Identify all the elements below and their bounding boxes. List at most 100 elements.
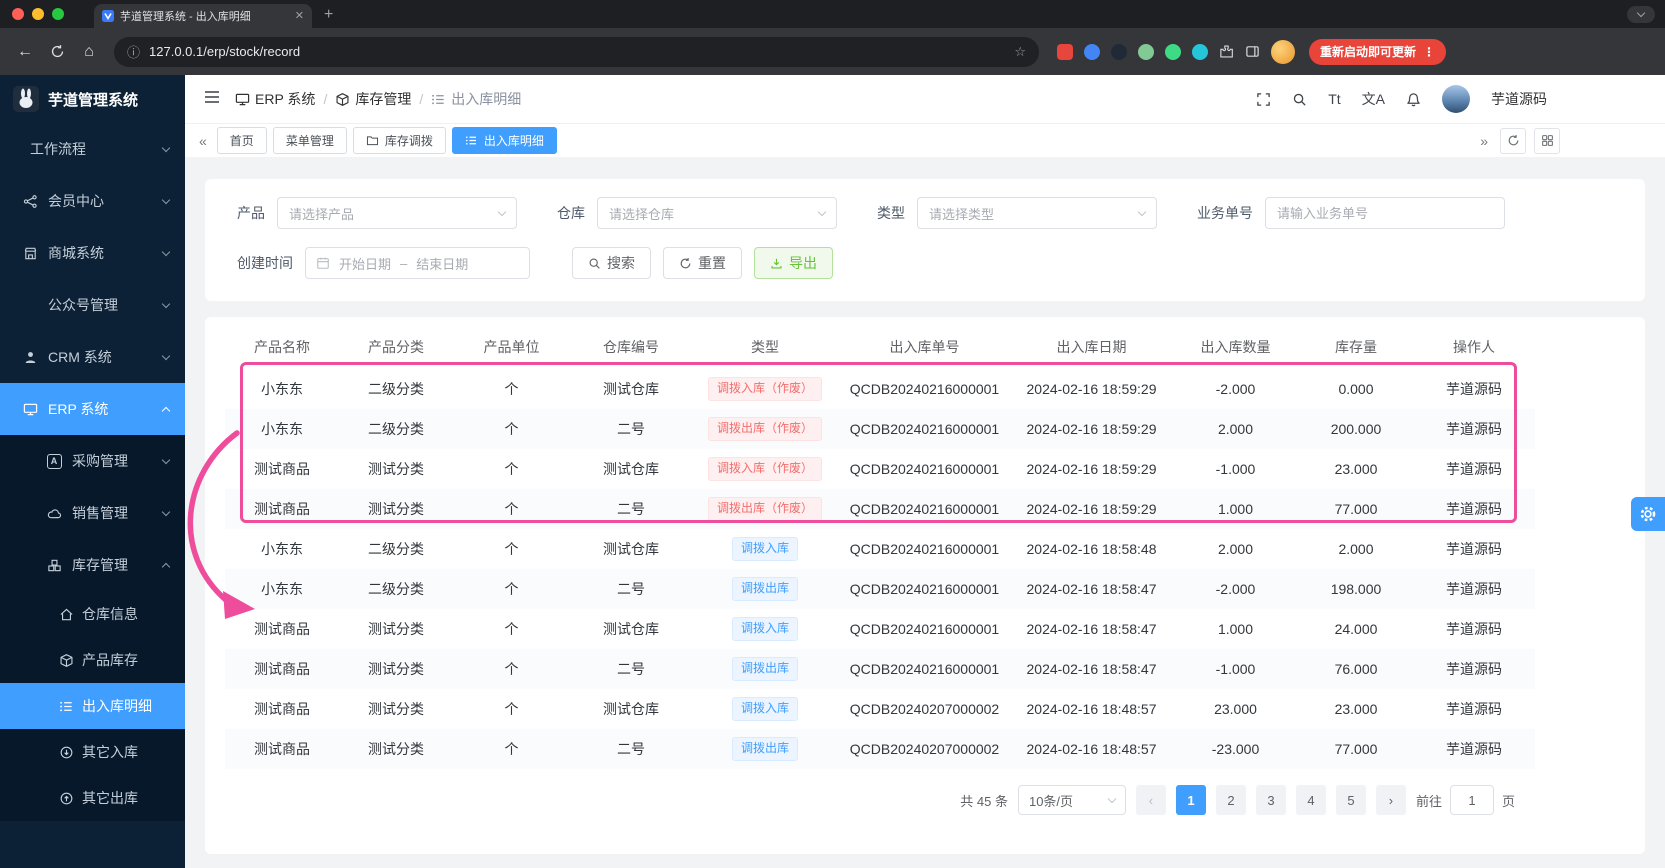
extension-icon-blue-pin[interactable] — [1084, 43, 1100, 60]
search-icon[interactable] — [1292, 92, 1307, 107]
prev-page-button[interactable]: ‹ — [1135, 785, 1166, 815]
browser-tab[interactable]: 芋道管理系统 - 出入库明细 ✕ — [94, 4, 312, 28]
warehouse-select[interactable]: 请选择仓库 — [597, 197, 837, 229]
sidebar-item-other-stock-out[interactable]: 其它出库 — [0, 775, 185, 821]
search-button[interactable]: 搜索 — [572, 247, 651, 279]
page-button-1[interactable]: 1 — [1175, 785, 1206, 815]
sidebar-item-sales-management[interactable]: 销售管理 — [0, 487, 185, 539]
hamburger-menu-icon[interactable] — [203, 88, 221, 111]
font-size-icon[interactable]: Tt — [1328, 91, 1340, 107]
cell-product-name: 测试商品 — [254, 741, 310, 757]
box-icon — [58, 653, 74, 668]
tags-scroll-right-icon[interactable]: » — [1476, 133, 1492, 149]
cell-quantity: -2.000 — [1215, 381, 1256, 397]
cell-product-category: 二级分类 — [368, 381, 424, 397]
cell-warehouse: 二号 — [617, 581, 645, 597]
address-bar[interactable]: ⓘ 127.0.0.1/erp/stock/record ☆ — [114, 36, 1039, 67]
created-time-label: 创建时间 — [237, 255, 293, 271]
next-page-button[interactable]: › — [1375, 785, 1406, 815]
tags-scroll-left-icon[interactable]: « — [195, 133, 211, 149]
cell-type: 调拨出库 — [692, 569, 838, 609]
cell-date: 2024-02-16 18:59:29 — [1026, 501, 1157, 517]
back-button[interactable]: ← — [10, 37, 40, 67]
product-select[interactable]: 请选择产品 — [277, 197, 517, 229]
kebab-menu-icon[interactable]: ⋮ — [1423, 45, 1435, 59]
tab-close-icon[interactable]: ✕ — [295, 10, 304, 22]
sidebar-item-mall-system[interactable]: 商城系统 — [0, 227, 185, 279]
date-range-picker[interactable]: 开始日期 – 结束日期 — [305, 247, 530, 279]
cell-date: 2024-02-16 18:59:29 — [1026, 381, 1157, 397]
username[interactable]: 芋道源码 — [1491, 89, 1547, 109]
breadcrumb: ERP 系统 / 库存管理 / 出入库明细 — [235, 89, 521, 109]
site-info-icon[interactable]: ⓘ — [127, 42, 140, 61]
refresh-button[interactable] — [1500, 127, 1526, 154]
cell-type: 调拨出库（作废） — [692, 409, 838, 449]
page-size-select[interactable]: 10条/页 — [1017, 785, 1126, 815]
new-tab-button[interactable]: + — [324, 6, 333, 24]
window-controls — [12, 8, 64, 20]
sidebar-item-other-stock-in[interactable]: 其它入库 — [0, 729, 185, 775]
breadcrumb-inventory[interactable]: 库存管理 — [335, 89, 411, 109]
page-button-2[interactable]: 2 — [1215, 785, 1246, 815]
bookmark-star-icon[interactable]: ☆ — [1014, 44, 1026, 60]
export-button[interactable]: 导出 — [754, 247, 833, 279]
window-minimize-button[interactable] — [32, 8, 44, 20]
reload-button[interactable] — [42, 37, 72, 67]
tag-home[interactable]: 首页 — [216, 127, 267, 154]
cell-operator: 芋道源码 — [1446, 621, 1502, 637]
breadcrumb-erp[interactable]: ERP 系统 — [235, 89, 315, 109]
page-button-3[interactable]: 3 — [1255, 785, 1286, 815]
extension-icon-red[interactable] — [1057, 43, 1073, 60]
chevron-down-icon — [161, 195, 171, 204]
cell-product-category: 二级分类 — [368, 421, 424, 437]
type-select[interactable]: 请选择类型 — [917, 197, 1157, 229]
sidebar-item-warehouse-info[interactable]: 仓库信息 — [0, 591, 185, 637]
browser-update-button[interactable]: 重新启动即可更新 ⋮ — [1309, 38, 1447, 65]
page-button-4[interactable]: 4 — [1295, 785, 1326, 815]
share-nodes-icon — [22, 194, 38, 209]
sidebar-item-workflow[interactable]: 工作流程 — [0, 123, 185, 175]
extension-icon-green[interactable] — [1165, 43, 1181, 60]
cell-stock: 76.000 — [1334, 661, 1378, 677]
stock-record-table: 产品名称 产品分类 产品单位 仓库编号 类型 出入库单号 出入库日期 出入库数量… — [225, 325, 1535, 769]
sidebar-item-inventory-management[interactable]: 库存管理 — [0, 539, 185, 591]
user-avatar[interactable] — [1442, 85, 1470, 113]
sidebar-item-official-account[interactable]: 公众号管理 — [0, 279, 185, 331]
window-zoom-button[interactable] — [52, 8, 64, 20]
tag-stock-move[interactable]: 库存调拨 — [352, 127, 446, 154]
layout-grid-icon[interactable] — [1534, 127, 1560, 154]
browser-profile-avatar[interactable] — [1271, 39, 1295, 64]
side-panel-icon[interactable] — [1245, 44, 1260, 59]
sidebar-item-product-stock[interactable]: 产品库存 — [0, 637, 185, 683]
tag-menu-management[interactable]: 菜单管理 — [272, 127, 347, 154]
cell-stock: 0.000 — [1338, 381, 1374, 397]
cell-type: 调拨入库（作废） — [692, 449, 838, 489]
sidebar-item-member-center[interactable]: 会员中心 — [0, 175, 185, 227]
bell-icon[interactable] — [1406, 92, 1421, 107]
type-badge: 调拨入库 — [731, 617, 798, 641]
reset-button[interactable]: 重置 — [663, 247, 742, 279]
goto-page-input[interactable] — [1449, 785, 1494, 815]
tag-stock-record[interactable]: 出入库明细 — [451, 127, 557, 154]
cell-type: 调拨出库（作废） — [692, 489, 838, 529]
home-button[interactable]: ⌂ — [74, 37, 104, 67]
app-logo-row[interactable]: 芋道管理系统 — [0, 75, 185, 123]
sidebar-item-crm-system[interactable]: CRM 系统 — [0, 331, 185, 383]
extension-icon-light-green[interactable] — [1138, 43, 1154, 60]
extension-icon-teal[interactable] — [1192, 43, 1208, 60]
cell-order-no: QCDB20240216000001 — [849, 621, 1000, 637]
fullscreen-icon[interactable] — [1256, 92, 1271, 107]
filter-panel: 产品 请选择产品 仓库 请选择仓库 类型 请选择类型 业务单号 请输入业务单号 … — [205, 179, 1645, 301]
translate-icon[interactable]: 文A — [1362, 89, 1385, 109]
sidebar-item-stock-record[interactable]: 出入库明细 — [0, 683, 185, 729]
extension-icon-dark-globe[interactable] — [1111, 43, 1127, 60]
page-button-5[interactable]: 5 — [1335, 785, 1366, 815]
tab-search-button[interactable] — [1627, 6, 1655, 23]
floating-settings-button[interactable] — [1631, 497, 1665, 531]
bizno-input[interactable] — [1265, 197, 1505, 229]
cell-product-category: 测试分类 — [368, 741, 424, 757]
extensions-puzzle-icon[interactable] — [1219, 44, 1234, 59]
sidebar-item-purchase-management[interactable]: A 采购管理 — [0, 435, 185, 487]
sidebar-item-erp-system[interactable]: ERP 系统 — [0, 383, 185, 435]
window-close-button[interactable] — [12, 8, 24, 20]
